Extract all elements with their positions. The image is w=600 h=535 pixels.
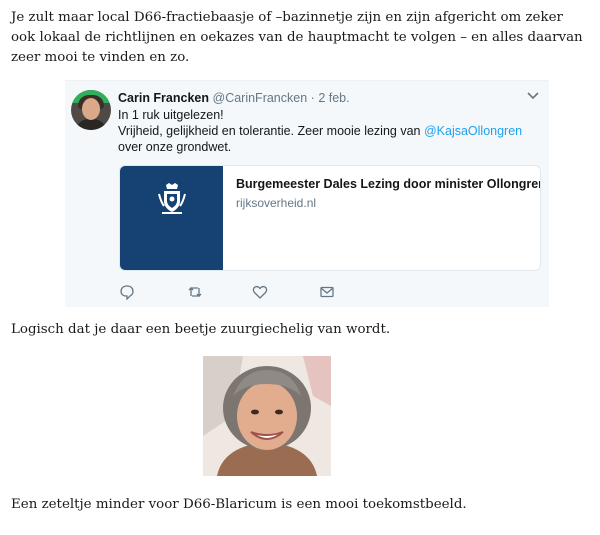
crest-icon	[156, 182, 188, 216]
tweet-text: In 1 ruk uitgelezen! Vrijheid, gelijkhei…	[118, 107, 543, 155]
tweet-line-2: Vrijheid, gelijkheid en tolerantie. Zeer…	[118, 123, 543, 155]
card-title[interactable]: Burgemeester Dales Lezing door minister …	[236, 177, 540, 191]
middle-paragraph: Logisch dat je daar een beetje zuurgiech…	[11, 322, 391, 337]
dm-icon[interactable]	[319, 284, 335, 300]
card-image	[120, 166, 223, 270]
tweet-date[interactable]: 2 feb.	[318, 91, 349, 105]
intro-paragraph: Je zult maar local D66-fractiebaasje of …	[11, 10, 583, 65]
chevron-down-icon[interactable]	[527, 87, 539, 103]
avatar-face	[82, 98, 100, 120]
author-name[interactable]: Carin Francken	[118, 91, 209, 105]
card-domain: rijksoverheid.nl	[236, 196, 317, 210]
retweet-icon[interactable]	[187, 284, 203, 300]
avatar-shoulders	[75, 119, 107, 130]
mention-link[interactable]: @KajsaOllongren	[424, 124, 522, 138]
portrait-photo	[203, 356, 331, 476]
embedded-tweet[interactable]: Carin Francken @CarinFrancken · 2 feb. I…	[65, 80, 549, 307]
link-card[interactable]: Burgemeester Dales Lezing door minister …	[119, 165, 541, 271]
tweet-header: Carin Francken @CarinFrancken · 2 feb.	[118, 91, 350, 106]
reply-icon[interactable]	[119, 284, 135, 301]
tweet-line-2-prefix: Vrijheid, gelijkheid en tolerantie. Zeer…	[118, 124, 424, 138]
closing-paragraph: Een zeteltje minder voor D66-Blaricum is…	[11, 497, 467, 512]
like-icon[interactable]	[252, 284, 268, 300]
tweet-line-1: In 1 ruk uitgelezen!	[118, 108, 224, 122]
author-handle[interactable]: @CarinFrancken	[213, 91, 308, 105]
tweet-line-2-suffix: over onze grondwet.	[118, 140, 232, 154]
meta-separator: ·	[310, 91, 315, 105]
author-avatar[interactable]	[71, 90, 111, 130]
